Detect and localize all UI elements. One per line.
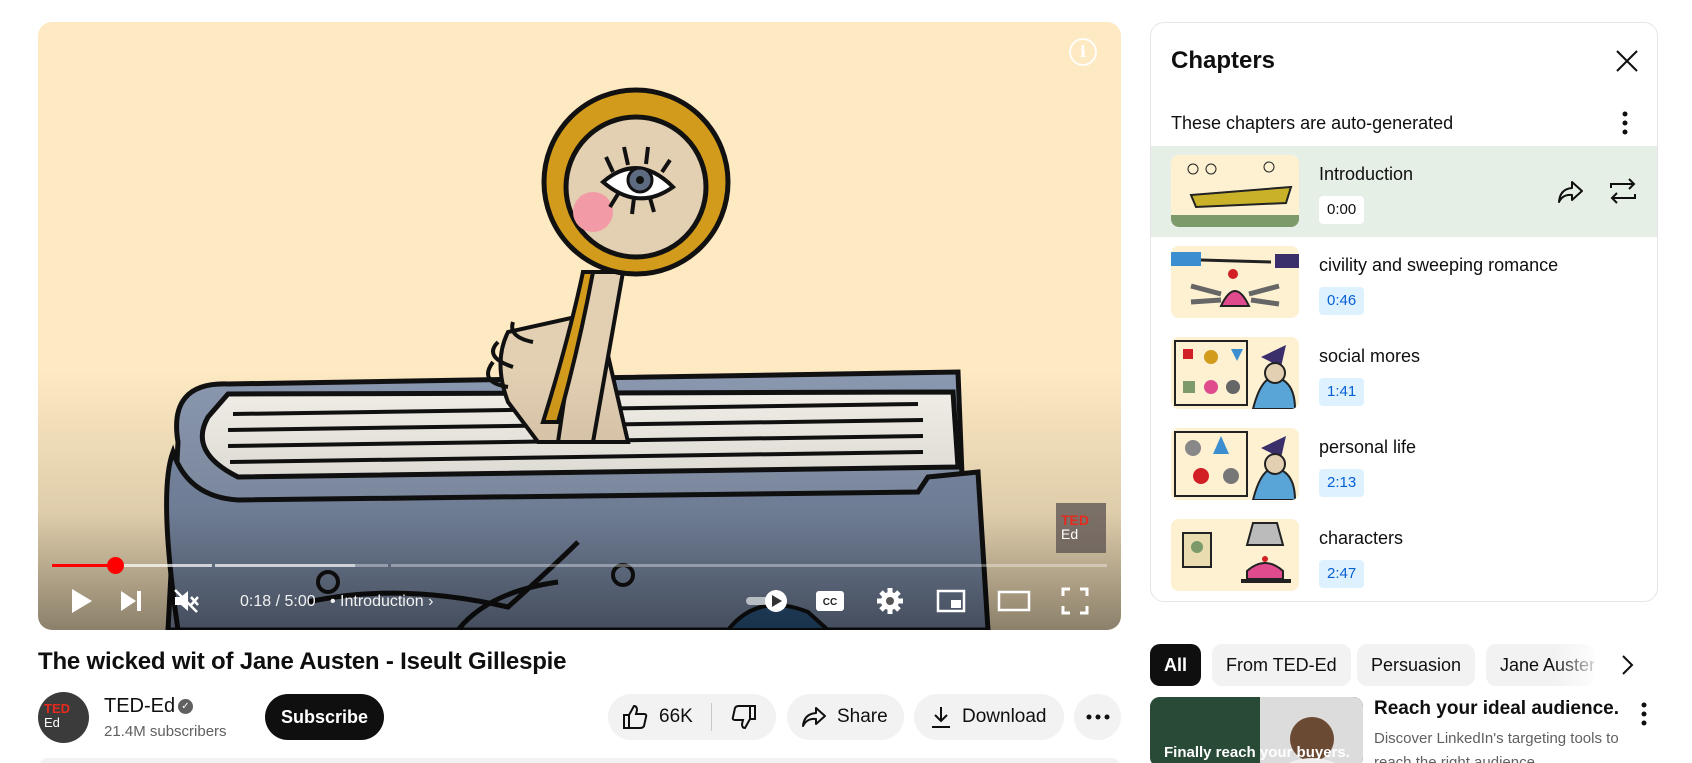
chapter-timestamp[interactable]: 2:47 xyxy=(1319,560,1365,588)
channel-owner-row: TED Ed TED-Ed ✓ 21.4M subscribers Subscr… xyxy=(38,692,638,744)
chapter-thumbnail xyxy=(1171,246,1299,318)
autoplay-toggle-icon[interactable] xyxy=(744,584,790,618)
chips-fade xyxy=(1554,640,1604,690)
chapter-title: civility and sweeping romance xyxy=(1319,255,1559,275)
chip-persuasion[interactable]: Persuasion xyxy=(1357,644,1476,686)
chapter-timestamp[interactable]: 2:13 xyxy=(1319,469,1365,497)
dislike-button[interactable] xyxy=(712,694,775,740)
ad-title[interactable]: Reach your ideal audience. xyxy=(1374,698,1619,720)
like-count: 66K xyxy=(659,706,693,727)
share-icon[interactable] xyxy=(1555,176,1585,206)
chapter-title: social mores xyxy=(1319,346,1421,366)
chapter-timestamp[interactable]: 1:41 xyxy=(1319,378,1365,406)
chapter-item[interactable]: Introduction 0:00 xyxy=(1151,146,1657,237)
close-icon[interactable] xyxy=(1611,45,1643,77)
channel-avatar[interactable]: TED Ed xyxy=(38,692,89,743)
subscriber-count: 21.4M subscribers xyxy=(104,723,227,740)
svg-text:CC: CC xyxy=(823,597,837,608)
loop-repeat-icon[interactable] xyxy=(1607,176,1639,206)
like-button[interactable]: 66K xyxy=(608,694,711,740)
download-label: Download xyxy=(962,706,1047,727)
verified-check-icon: ✓ xyxy=(178,699,193,714)
thumbs-down-icon xyxy=(731,705,756,730)
video-player[interactable]: i TED Ed 0:18 / 5:00 • Introduction › CC xyxy=(38,22,1121,630)
muted-volume-icon[interactable] xyxy=(168,584,204,618)
chip-from-ted-ed[interactable]: From TED-Ed xyxy=(1212,644,1351,686)
chapter-item[interactable]: social mores 1:41 xyxy=(1151,328,1657,419)
theater-mode-icon[interactable] xyxy=(996,584,1032,618)
chapter-timestamp[interactable]: 0:46 xyxy=(1319,287,1365,315)
ad-thumbnail-text: Finally reach your buyers. xyxy=(1164,744,1350,761)
watermark-top: TED xyxy=(1061,512,1089,528)
video-title: The wicked wit of Jane Austen - Iseult G… xyxy=(38,648,567,675)
chapter-title: Introduction xyxy=(1319,164,1414,184)
avatar-top: TED xyxy=(44,701,70,716)
more-actions-button[interactable] xyxy=(1074,694,1121,740)
download-icon xyxy=(932,707,950,728)
subtitles-icon[interactable]: CC xyxy=(814,584,846,618)
chapter-item[interactable]: characters 2:47 xyxy=(1151,510,1657,601)
like-dislike-group: 66K xyxy=(608,694,776,740)
chapter-title: personal life xyxy=(1319,437,1417,457)
share-button[interactable]: Share xyxy=(787,694,904,740)
chapter-thumbnail xyxy=(1171,428,1299,500)
chip-all[interactable]: All xyxy=(1150,644,1202,686)
description-box[interactable] xyxy=(38,758,1121,763)
chapter-title-button[interactable]: • Introduction › xyxy=(330,593,433,611)
chapter-thumbnail xyxy=(1171,337,1299,409)
share-arrow-icon xyxy=(802,707,826,727)
channel-name[interactable]: TED-Ed xyxy=(104,695,175,718)
chapters-title: Chapters xyxy=(1171,47,1276,74)
chapters-subtitle: These chapters are auto-generated xyxy=(1171,113,1454,133)
next-icon[interactable] xyxy=(114,584,148,618)
chapter-item[interactable]: civility and sweeping romance 0:46 xyxy=(1151,237,1657,328)
current-chapter-label: Introduction xyxy=(340,593,424,610)
ad-description: Discover LinkedIn's targeting tools to r… xyxy=(1374,730,1619,763)
fullscreen-icon[interactable] xyxy=(1058,584,1092,618)
chapters-panel: Chapters These chapters are auto-generat… xyxy=(1150,22,1658,602)
thumbs-up-icon xyxy=(623,704,648,729)
chapter-list: Introduction 0:00 civility and sweeping … xyxy=(1151,146,1657,601)
share-label: Share xyxy=(837,706,888,727)
play-icon[interactable] xyxy=(64,584,98,618)
more-horizontal-icon xyxy=(1086,714,1109,720)
subscribe-button[interactable]: Subscribe xyxy=(265,694,384,740)
more-vertical-icon[interactable] xyxy=(1636,700,1652,728)
chapter-timestamp[interactable]: 0:00 xyxy=(1319,196,1365,224)
chapter-segment xyxy=(391,564,1107,567)
played-progress xyxy=(52,564,116,567)
chapter-dot: • xyxy=(330,593,341,610)
miniplayer-icon[interactable] xyxy=(934,584,968,618)
chevron-right-icon: › xyxy=(423,593,434,610)
buffered-segment xyxy=(215,564,355,567)
progress-bar[interactable] xyxy=(52,557,1107,574)
avatar-bottom: Ed xyxy=(44,715,60,730)
chapter-thumbnail xyxy=(1171,519,1299,591)
chevron-right-icon[interactable] xyxy=(1614,652,1640,678)
time-display: 0:18 / 5:00 xyxy=(240,593,316,610)
chapter-thumbnail xyxy=(1171,155,1299,227)
chapter-item[interactable]: personal life 2:13 xyxy=(1151,419,1657,510)
ad-thumbnail[interactable]: Finally reach your buyers. xyxy=(1150,697,1363,763)
info-icon[interactable]: i xyxy=(1069,38,1097,66)
chapter-title: characters xyxy=(1319,528,1404,548)
watermark-bottom: Ed xyxy=(1061,526,1079,542)
more-vertical-icon[interactable] xyxy=(1615,109,1635,137)
settings-gear-icon[interactable] xyxy=(874,584,906,618)
youtube-watch-page: i TED Ed 0:18 / 5:00 • Introduction › CC… xyxy=(0,0,1692,763)
channel-watermark[interactable]: TED Ed xyxy=(1056,503,1106,553)
player-controls: 0:18 / 5:00 • Introduction › CC xyxy=(38,572,1121,630)
download-button[interactable]: Download xyxy=(914,694,1064,740)
